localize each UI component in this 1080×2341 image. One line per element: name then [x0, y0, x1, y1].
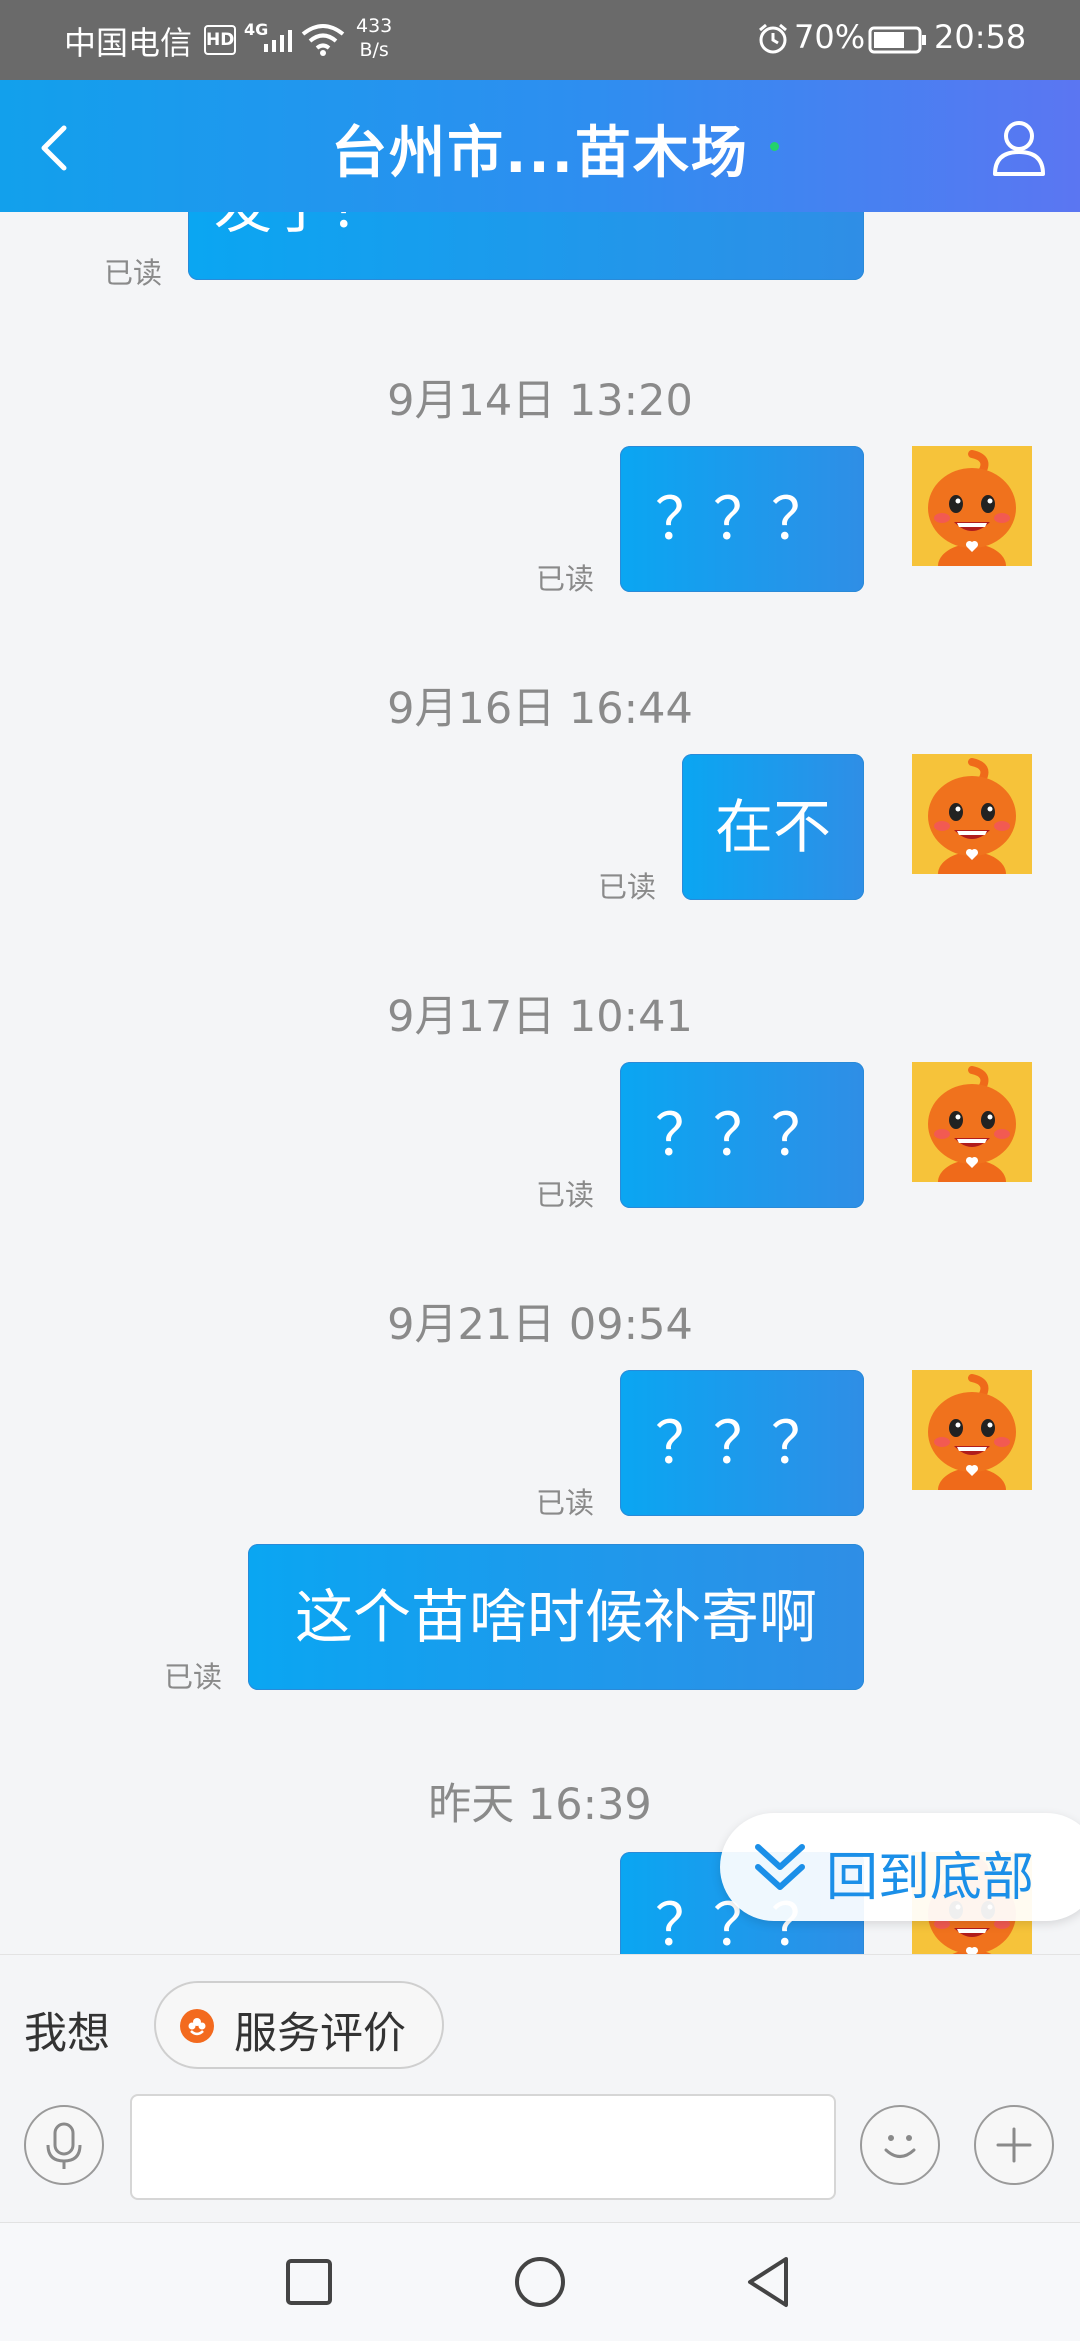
message-bubble[interactable]: ？？？	[620, 1370, 864, 1516]
read-receipt: 已读	[536, 562, 595, 596]
status-bar: 中国电信 HD 4G 433 B/s 70% 20:58	[0, 0, 1080, 80]
avatar[interactable]	[912, 754, 1032, 874]
message-timestamp: 9月17日 10:41	[387, 992, 693, 1042]
alarm-icon	[759, 23, 787, 54]
battery-icon	[868, 26, 926, 54]
message-bubble[interactable]: ？？？	[620, 446, 864, 592]
voice-input-button[interactable]	[24, 2105, 104, 2185]
quick-actions-prompt: 我想	[24, 2009, 110, 2059]
speed-value: 433	[356, 15, 393, 37]
more-options-button[interactable]	[974, 2105, 1054, 2185]
read-receipt: 已读	[598, 870, 657, 904]
jump-to-bottom-button[interactable]: 回到底部	[720, 1813, 1080, 1921]
chat-header: 台州市...苗木场	[0, 80, 1080, 212]
composer-panel: 我想 服务评价	[0, 1954, 1080, 2223]
microphone-icon	[46, 2122, 82, 2169]
flower-badge-icon	[180, 2009, 214, 2043]
speed-unit: B/s	[359, 39, 389, 61]
chat-title: 台州市...苗木场	[331, 121, 749, 186]
service-review-button[interactable]: 服务评价	[154, 1981, 444, 2069]
online-status-dot	[770, 142, 779, 151]
chat-message-list[interactable]: 发了？ 已读 9月14日 13:20 ？？？ 已读 9月16日 16:44 在不…	[0, 212, 1080, 1954]
message-input[interactable]	[130, 2094, 836, 2200]
avatar[interactable]	[912, 446, 1032, 566]
message-bubble[interactable]: 发了？	[188, 212, 864, 280]
back-icon[interactable]	[736, 2247, 806, 2317]
avatar[interactable]	[912, 1062, 1032, 1182]
recent-apps-icon[interactable]	[274, 2247, 344, 2317]
home-icon[interactable]	[505, 2247, 575, 2317]
message-timestamp: 9月16日 16:44	[387, 684, 693, 734]
avatar[interactable]	[912, 1370, 1032, 1490]
network-speed: 433 B/s	[356, 14, 392, 62]
mascot-avatar-icon	[912, 1062, 1032, 1182]
system-navigation-bar	[0, 2222, 1080, 2341]
read-receipt: 已读	[536, 1486, 595, 1520]
double-chevron-down-icon	[755, 1844, 805, 1890]
mascot-avatar-icon	[912, 446, 1032, 566]
message-bubble[interactable]: 在不	[682, 754, 864, 900]
emoji-button[interactable]	[860, 2105, 940, 2185]
clock: 20:58	[934, 18, 1027, 56]
jump-to-bottom-label: 回到底部	[826, 1848, 1035, 1908]
mascot-avatar-icon	[912, 1370, 1032, 1490]
signal-icon	[264, 30, 292, 52]
plus-icon	[996, 2127, 1032, 2163]
read-receipt: 已读	[536, 1178, 595, 1212]
hd-badge: HD	[204, 25, 236, 55]
message-timestamp: 9月21日 09:54	[387, 1300, 693, 1350]
wifi-icon	[301, 24, 345, 56]
emoji-icon	[884, 2135, 916, 2158]
message-bubble[interactable]: ？？？	[620, 1062, 864, 1208]
mascot-avatar-icon	[912, 754, 1032, 874]
message-timestamp: 9月14日 13:20	[387, 376, 693, 426]
service-review-label: 服务评价	[234, 2009, 406, 2059]
carrier-name: 中国电信	[64, 24, 193, 62]
person-icon[interactable]	[990, 116, 1048, 178]
message-bubble[interactable]: 这个苗啥时候补寄啊	[248, 1544, 864, 1690]
read-receipt: 已读	[164, 1660, 223, 1694]
battery-percent: 70%	[794, 18, 866, 56]
read-receipt: 已读	[104, 256, 163, 290]
